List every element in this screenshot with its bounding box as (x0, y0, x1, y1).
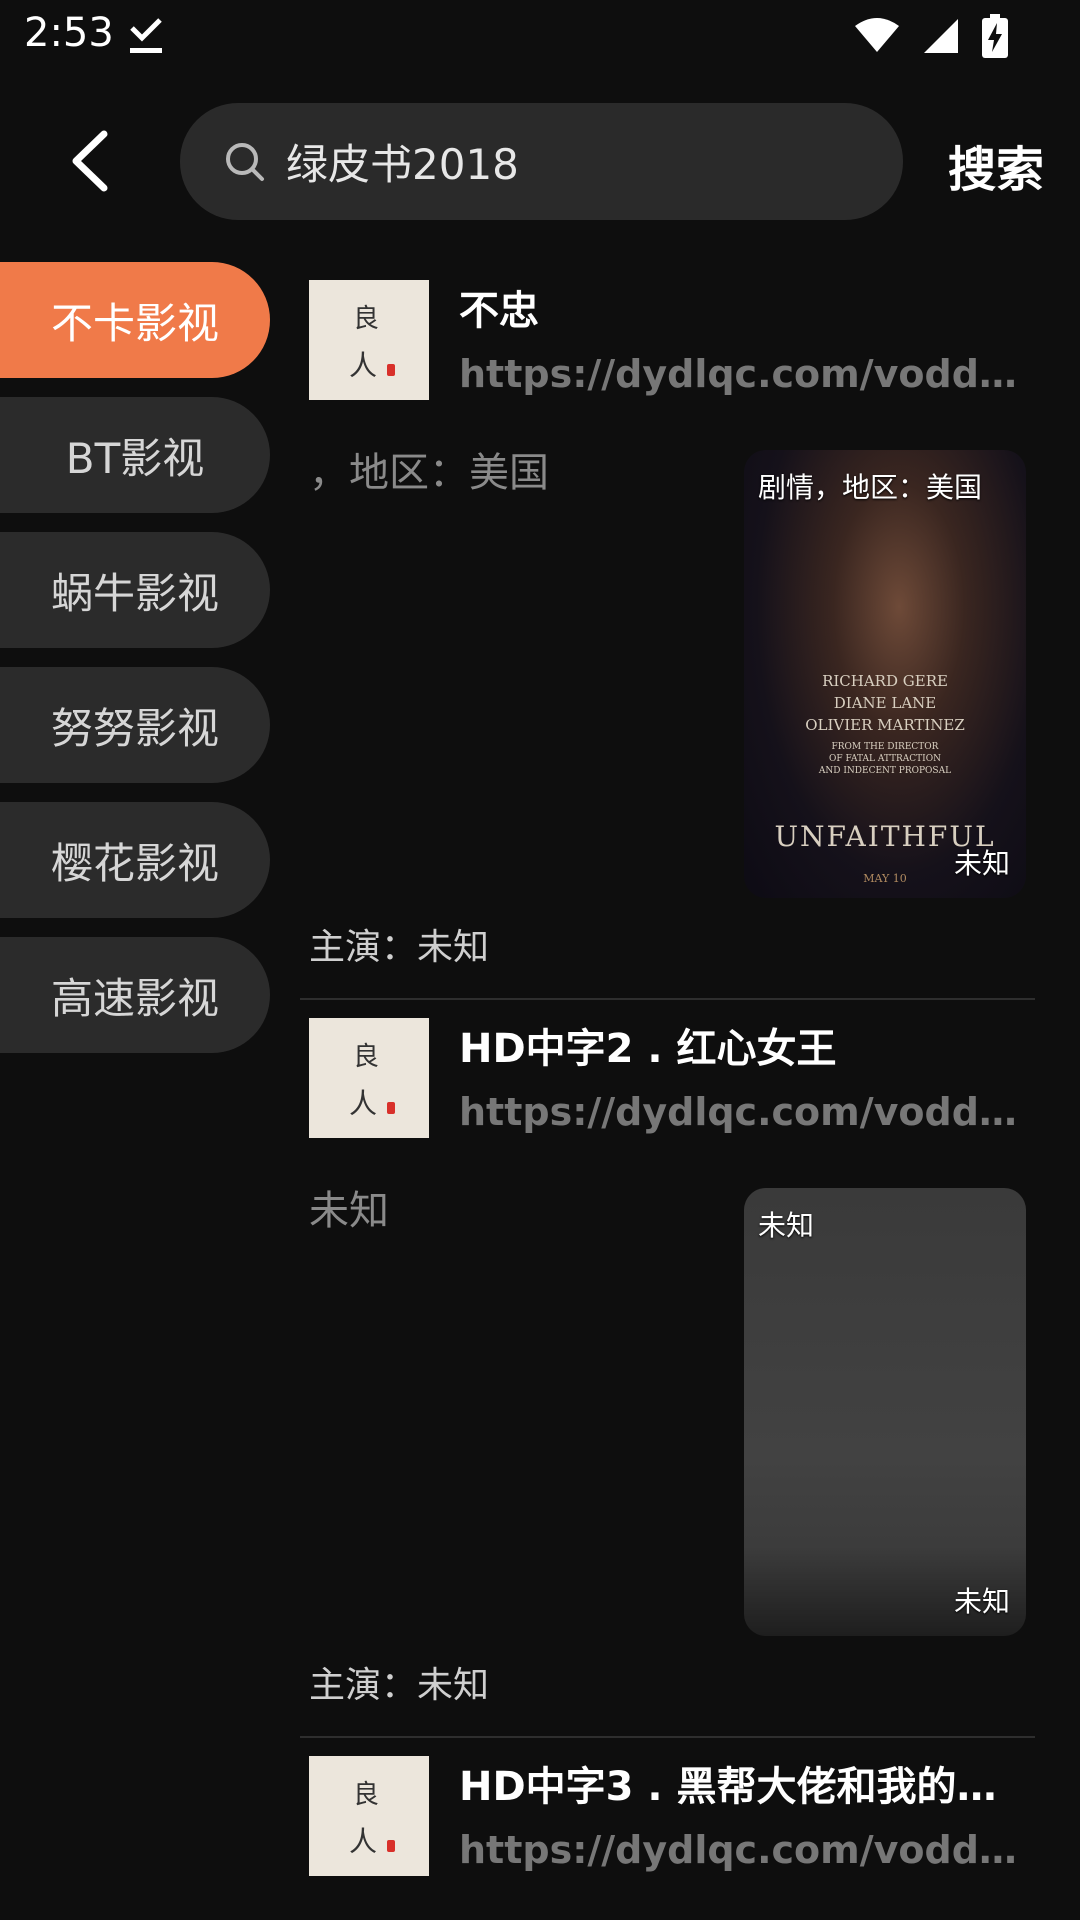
result-card[interactable]: 良 人 HD中字3 . 黑帮大佬和我的365日 https://dydlqc.c… (300, 1738, 1035, 1918)
sidebar-item-gaosu[interactable]: 高速影视 (0, 937, 270, 1053)
logo-char: 良 (353, 1780, 380, 1810)
poster-genre-label: 未知 (758, 1209, 815, 1242)
source-logo: 良 人 (309, 280, 429, 400)
source-logo: 良 人 (309, 1018, 429, 1138)
poster-credit: DIANE LANE (833, 694, 937, 712)
poster-tagline: AND INDECENT PROPOSAL (818, 766, 952, 776)
poster-tagline: OF FATAL ATTRACTION (829, 754, 941, 764)
logo-seal (387, 1840, 395, 1852)
search-query-text[interactable]: 绿皮书2018 (286, 131, 519, 192)
result-cast: 主演：未知 (309, 1665, 490, 1706)
search-input[interactable]: 绿皮书2018 (180, 103, 903, 220)
logo-char: 人 (349, 1087, 378, 1120)
logo-char: 人 (349, 1825, 378, 1858)
source-sidebar: 不卡影视 BT影视 蜗牛影视 努努影视 樱花影视 高速影视 (0, 262, 270, 1072)
result-url[interactable]: https://dydlqc.com/voddetail/ (459, 352, 1019, 396)
logo-seal (387, 364, 395, 376)
result-url[interactable]: https://dydlqc.com/voddetail/ (459, 1828, 1019, 1872)
poster-image: RICHARD GERE DIANE LANE OLIVIER MARTINEZ… (744, 450, 1026, 898)
logo-seal (387, 1102, 395, 1114)
search-header: 绿皮书2018 搜索 (0, 100, 1080, 224)
status-time: 2:53 (24, 10, 114, 56)
search-icon (226, 143, 264, 181)
poster-status-label: 未知 (953, 847, 1010, 880)
poster-credit: OLIVIER MARTINEZ (805, 716, 965, 734)
logo-char: 良 (353, 1042, 380, 1072)
result-desc: 未知 (309, 1188, 389, 1234)
status-bar: 2:53 (0, 0, 1080, 76)
signal-icon (924, 19, 958, 53)
back-chevron-icon[interactable] (62, 130, 118, 192)
poster-status-label: 未知 (953, 1585, 1010, 1618)
poster-credit: RICHARD GERE (822, 672, 948, 690)
result-title[interactable]: HD中字3 . 黑帮大佬和我的365日 (459, 1754, 1019, 1812)
sidebar-item-bt[interactable]: BT影视 (0, 397, 270, 513)
results-list: 良 人 不忠 https://dydlqc.com/voddetail/ ，地区… (300, 262, 1035, 1918)
result-url[interactable]: https://dydlqc.com/voddetail/ (459, 1090, 1019, 1134)
logo-char: 良 (353, 304, 380, 334)
result-poster[interactable]: 未知 未知 (744, 1188, 1026, 1636)
result-desc: ，地区：美国 (309, 450, 549, 496)
poster-placeholder (744, 1188, 1026, 1636)
source-logo: 良 人 (309, 1756, 429, 1876)
sidebar-item-yinghua[interactable]: 樱花影视 (0, 802, 270, 918)
sidebar-item-woniu[interactable]: 蜗牛影视 (0, 532, 270, 648)
search-button[interactable]: 搜索 (948, 130, 1044, 200)
wifi-icon (855, 18, 899, 52)
result-card[interactable]: 良 人 不忠 https://dydlqc.com/voddetail/ ，地区… (300, 262, 1035, 1000)
poster-tagline: FROM THE DIRECTOR (831, 742, 939, 752)
result-cast: 主演：未知 (309, 927, 490, 968)
result-poster[interactable]: RICHARD GERE DIANE LANE OLIVIER MARTINEZ… (744, 450, 1026, 898)
result-card[interactable]: 良 人 HD中字2 . 红心女王 https://dydlqc.com/vodd… (300, 1000, 1035, 1738)
result-title[interactable]: 不忠 (459, 278, 1019, 336)
logo-char: 人 (349, 349, 378, 382)
download-done-icon (130, 18, 162, 53)
sidebar-item-buka[interactable]: 不卡影视 (0, 262, 270, 378)
battery-charging-icon (982, 14, 1008, 58)
poster-genre-label: 剧情，地区：美国 (758, 471, 983, 504)
result-title[interactable]: HD中字2 . 红心女王 (459, 1016, 1019, 1074)
sidebar-item-nunu[interactable]: 努努影视 (0, 667, 270, 783)
